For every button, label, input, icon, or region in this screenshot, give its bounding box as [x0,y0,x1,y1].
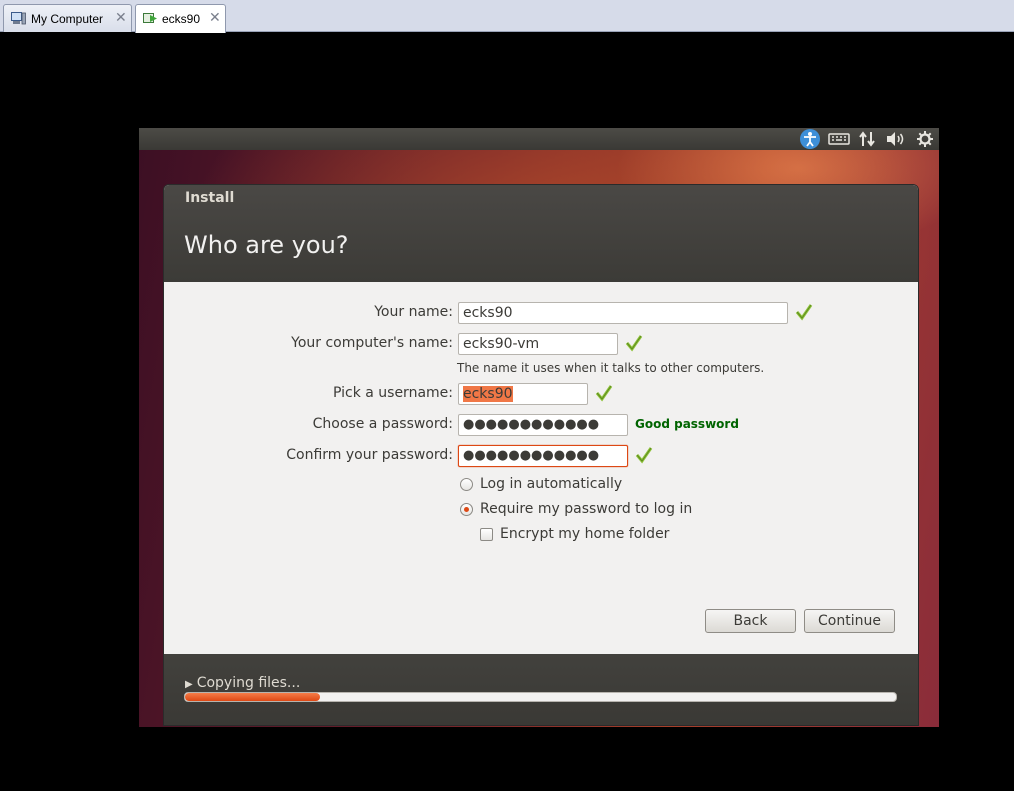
host-tab-bar: My Computer ✕ ecks90 ✕ [0,0,1014,33]
check-icon [795,304,813,321]
computer-name-hint: The name it uses when it talks to other … [457,361,765,375]
check-icon [635,447,653,464]
progress-fill [185,693,321,701]
check-icon [595,385,613,402]
progress-expander[interactable]: ▶ Copying files... [185,675,300,691]
progress-footer: ▶ Copying files... [164,654,918,725]
username-label: Pick a username: [332,385,453,401]
continue-button[interactable]: Continue [804,609,895,633]
name-field[interactable]: ecks90 [458,302,788,324]
password-label: Choose a password: [312,416,453,432]
password-strength: Good password [635,417,739,431]
computer-icon [11,12,26,25]
username-field[interactable]: ecks90 [458,383,588,405]
name-label: Your name: [374,304,453,320]
radio-button-selected[interactable] [460,503,473,516]
encrypt-home-label: Encrypt my home folder [500,526,670,542]
confirm-password-label: Confirm your password: [286,447,453,463]
password-field[interactable]: ●●●●●●●●●●●● [458,414,628,436]
computer-name-field[interactable]: ecks90-vm [458,333,618,355]
close-icon[interactable]: ✕ [115,9,127,26]
expand-triangle-icon: ▶ [185,679,193,690]
back-button[interactable]: Back [705,609,796,633]
volume-icon[interactable] [885,130,907,148]
window-header: Install Who are you? [164,185,918,282]
require-password-label: Require my password to log in [480,501,693,517]
vm-screen: Install Who are you? Your name: ecks90 Y… [139,128,939,727]
settings-gear-icon[interactable] [916,130,934,148]
close-icon[interactable]: ✕ [209,9,221,26]
check-icon [625,335,643,352]
tab-label: My Computer [31,12,104,26]
top-panel [139,128,939,150]
window-title: Install [185,190,235,206]
tab-label: ecks90 [162,12,201,26]
tab-my-computer[interactable]: My Computer ✕ [3,4,132,32]
accessibility-icon[interactable] [800,129,820,149]
progress-bar [184,692,897,702]
radio-button[interactable] [460,478,473,491]
install-window: Install Who are you? Your name: ecks90 Y… [163,184,919,726]
login-automatically-label: Log in automatically [480,476,623,492]
checkbox[interactable] [480,528,493,541]
progress-label: Copying files... [196,675,301,691]
who-are-you-form: Your name: ecks90 Your computer's name: … [164,282,918,654]
page-title: Who are you? [184,231,349,259]
vm-icon [143,13,157,23]
network-icon[interactable] [858,130,876,148]
confirm-password-field[interactable]: ●●●●●●●●●●●● [458,445,628,467]
tab-ecks90[interactable]: ecks90 ✕ [135,4,226,33]
keyboard-icon[interactable] [828,130,850,148]
computer-name-label: Your computer's name: [291,335,453,351]
username-value: ecks90 [463,386,513,402]
